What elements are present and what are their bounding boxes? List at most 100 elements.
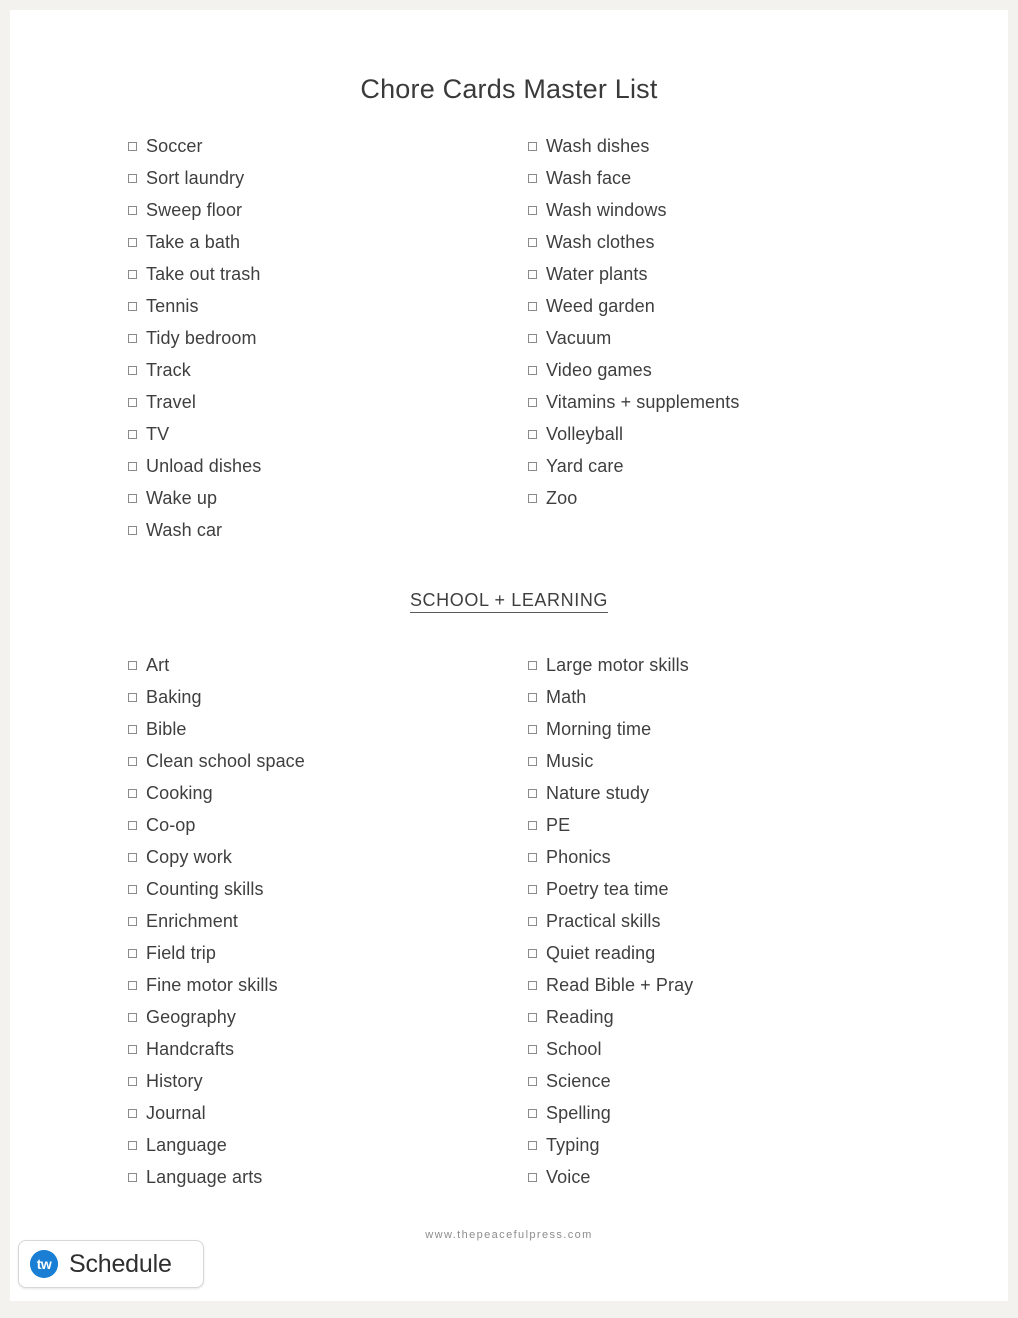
list-item[interactable]: Vacuum: [528, 322, 928, 354]
checkbox-icon[interactable]: [128, 493, 137, 503]
checkbox-icon[interactable]: [528, 884, 537, 894]
list-item[interactable]: Enrichment: [128, 905, 528, 937]
checkbox-icon[interactable]: [128, 173, 137, 183]
checkbox-icon[interactable]: [528, 429, 537, 439]
list-item[interactable]: Field trip: [128, 937, 528, 969]
list-item[interactable]: History: [128, 1065, 528, 1097]
list-item[interactable]: Nature study: [528, 777, 928, 809]
list-item[interactable]: Math: [528, 681, 928, 713]
checkbox-icon[interactable]: [128, 237, 137, 247]
checkbox-icon[interactable]: [128, 724, 137, 734]
list-item[interactable]: Typing: [528, 1129, 928, 1161]
checkbox-icon[interactable]: [528, 724, 537, 734]
list-item[interactable]: Language arts: [128, 1161, 528, 1193]
checkbox-icon[interactable]: [528, 205, 537, 215]
checkbox-icon[interactable]: [528, 397, 537, 407]
list-item[interactable]: Poetry tea time: [528, 873, 928, 905]
checkbox-icon[interactable]: [128, 461, 137, 471]
checkbox-icon[interactable]: [128, 788, 137, 798]
checkbox-icon[interactable]: [528, 660, 537, 670]
list-item[interactable]: Volleyball: [528, 418, 928, 450]
checkbox-icon[interactable]: [128, 1140, 137, 1150]
checkbox-icon[interactable]: [528, 141, 537, 151]
list-item[interactable]: PE: [528, 809, 928, 841]
checkbox-icon[interactable]: [128, 205, 137, 215]
checkbox-icon[interactable]: [528, 756, 537, 766]
checkbox-icon[interactable]: [528, 333, 537, 343]
list-item[interactable]: Video games: [528, 354, 928, 386]
list-item[interactable]: Wash clothes: [528, 226, 928, 258]
list-item[interactable]: Spelling: [528, 1097, 928, 1129]
list-item[interactable]: Handcrafts: [128, 1033, 528, 1065]
checkbox-icon[interactable]: [128, 980, 137, 990]
checkbox-icon[interactable]: [528, 237, 537, 247]
list-item[interactable]: Wash windows: [528, 194, 928, 226]
list-item[interactable]: Phonics: [528, 841, 928, 873]
checkbox-icon[interactable]: [528, 1044, 537, 1054]
list-item[interactable]: Journal: [128, 1097, 528, 1129]
list-item[interactable]: Language: [128, 1129, 528, 1161]
checkbox-icon[interactable]: [128, 269, 137, 279]
list-item[interactable]: Fine motor skills: [128, 969, 528, 1001]
checkbox-icon[interactable]: [128, 852, 137, 862]
list-item[interactable]: Cooking: [128, 777, 528, 809]
schedule-button[interactable]: tw Schedule: [18, 1240, 204, 1288]
list-item[interactable]: Practical skills: [528, 905, 928, 937]
checkbox-icon[interactable]: [128, 948, 137, 958]
list-item[interactable]: Wash dishes: [528, 130, 928, 162]
list-item[interactable]: Counting skills: [128, 873, 528, 905]
checkbox-icon[interactable]: [128, 916, 137, 926]
checkbox-icon[interactable]: [528, 948, 537, 958]
list-item[interactable]: Reading: [528, 1001, 928, 1033]
checkbox-icon[interactable]: [528, 301, 537, 311]
list-item[interactable]: Travel: [128, 386, 528, 418]
list-item[interactable]: Art: [128, 649, 528, 681]
checkbox-icon[interactable]: [528, 852, 537, 862]
checkbox-icon[interactable]: [128, 1044, 137, 1054]
checkbox-icon[interactable]: [128, 333, 137, 343]
list-item[interactable]: TV: [128, 418, 528, 450]
checkbox-icon[interactable]: [128, 660, 137, 670]
checkbox-icon[interactable]: [128, 1076, 137, 1086]
checkbox-icon[interactable]: [128, 820, 137, 830]
checkbox-icon[interactable]: [128, 1172, 137, 1182]
list-item[interactable]: Yard care: [528, 450, 928, 482]
checkbox-icon[interactable]: [528, 788, 537, 798]
checkbox-icon[interactable]: [528, 820, 537, 830]
checkbox-icon[interactable]: [128, 141, 137, 151]
checkbox-icon[interactable]: [528, 493, 537, 503]
list-item[interactable]: Wash car: [128, 514, 528, 546]
list-item[interactable]: Co-op: [128, 809, 528, 841]
list-item[interactable]: Quiet reading: [528, 937, 928, 969]
list-item[interactable]: Large motor skills: [528, 649, 928, 681]
list-item[interactable]: School: [528, 1033, 928, 1065]
checkbox-icon[interactable]: [528, 461, 537, 471]
list-item[interactable]: Clean school space: [128, 745, 528, 777]
checkbox-icon[interactable]: [128, 1012, 137, 1022]
checkbox-icon[interactable]: [528, 916, 537, 926]
checkbox-icon[interactable]: [128, 525, 137, 535]
checkbox-icon[interactable]: [528, 692, 537, 702]
checkbox-icon[interactable]: [528, 1140, 537, 1150]
list-item[interactable]: Take out trash: [128, 258, 528, 290]
list-item[interactable]: Track: [128, 354, 528, 386]
list-item[interactable]: Science: [528, 1065, 928, 1097]
list-item[interactable]: Baking: [128, 681, 528, 713]
list-item[interactable]: Sweep floor: [128, 194, 528, 226]
checkbox-icon[interactable]: [528, 269, 537, 279]
list-item[interactable]: Geography: [128, 1001, 528, 1033]
list-item[interactable]: Wake up: [128, 482, 528, 514]
list-item[interactable]: Weed garden: [528, 290, 928, 322]
checkbox-icon[interactable]: [128, 397, 137, 407]
list-item[interactable]: Take a bath: [128, 226, 528, 258]
list-item[interactable]: Read Bible + Pray: [528, 969, 928, 1001]
list-item[interactable]: Wash face: [528, 162, 928, 194]
checkbox-icon[interactable]: [528, 365, 537, 375]
list-item[interactable]: Soccer: [128, 130, 528, 162]
checkbox-icon[interactable]: [128, 365, 137, 375]
list-item[interactable]: Bible: [128, 713, 528, 745]
checkbox-icon[interactable]: [128, 692, 137, 702]
checkbox-icon[interactable]: [528, 1076, 537, 1086]
checkbox-icon[interactable]: [128, 301, 137, 311]
list-item[interactable]: Zoo: [528, 482, 928, 514]
